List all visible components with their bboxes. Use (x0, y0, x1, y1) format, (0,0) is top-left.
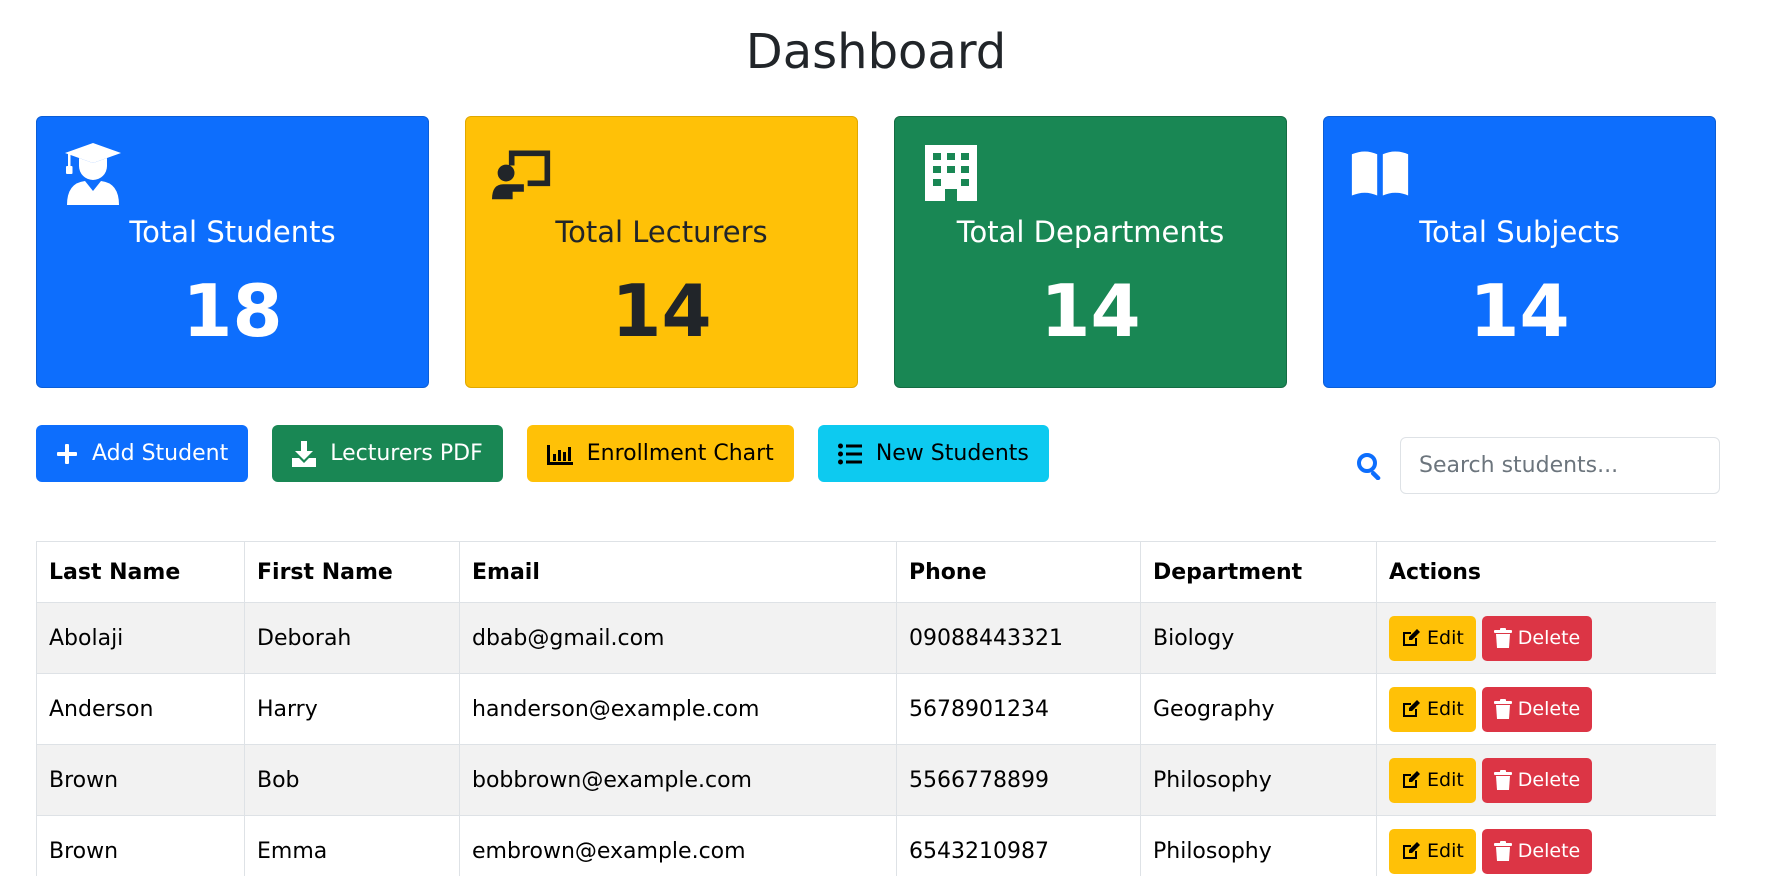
cell-actions: Edit Delete (1376, 744, 1716, 816)
column-header-email[interactable]: Email (459, 541, 897, 603)
cell-phone: 5566778899 (896, 744, 1141, 816)
cell-email: dbab@gmail.com (459, 602, 897, 674)
delete-button[interactable]: Delete (1481, 757, 1593, 803)
cell-department: Geography (1140, 673, 1377, 745)
trash-icon (1493, 699, 1512, 719)
cell-department: Philosophy (1140, 815, 1377, 876)
cell-first-name: Emma (244, 815, 460, 876)
enrollment-chart-label: Enrollment Chart (586, 441, 774, 466)
action-toolbar: Add Student Lecturers PDF Enrollment Cha… (36, 425, 1049, 482)
column-header-department[interactable]: Department (1140, 541, 1377, 603)
card-total-students: Total Students 18 (36, 116, 429, 388)
edit-button[interactable]: Edit (1389, 615, 1476, 661)
table-row: Anderson Harry handerson@example.com 567… (36, 673, 1716, 745)
cell-email: handerson@example.com (459, 673, 897, 745)
cell-phone: 09088443321 (896, 602, 1141, 674)
cell-phone: 5678901234 (896, 673, 1141, 745)
book-open-icon (1351, 151, 1409, 196)
delete-label: Delete (1517, 698, 1581, 720)
delete-button[interactable]: Delete (1481, 828, 1593, 874)
edit-button[interactable]: Edit (1389, 686, 1476, 732)
delete-button[interactable]: Delete (1481, 615, 1593, 661)
delete-label: Delete (1517, 769, 1581, 791)
building-icon (925, 145, 977, 201)
column-header-phone[interactable]: Phone (896, 541, 1141, 603)
cell-first-name: Deborah (244, 602, 460, 674)
chalkboard-teacher-icon (492, 150, 551, 200)
download-icon (292, 440, 317, 467)
cell-department: Philosophy (1140, 744, 1377, 816)
cell-first-name: Bob (244, 744, 460, 816)
search-bar (1356, 437, 1720, 494)
edit-label: Edit (1427, 840, 1464, 862)
edit-label: Edit (1427, 698, 1464, 720)
trash-icon (1493, 770, 1512, 790)
chart-bar-icon (546, 444, 573, 465)
enrollment-chart-button[interactable]: Enrollment Chart (526, 425, 794, 482)
card-value: 14 (1040, 269, 1141, 353)
lecturers-pdf-label: Lecturers PDF (330, 441, 483, 466)
column-header-last-name[interactable]: Last Name (36, 541, 245, 603)
card-value: 14 (611, 269, 712, 353)
trash-icon (1493, 841, 1512, 861)
search-icon (1357, 452, 1381, 480)
trash-icon (1493, 628, 1512, 648)
card-label: Total Lecturers (555, 215, 768, 249)
edit-icon (1403, 842, 1420, 859)
delete-label: Delete (1517, 840, 1581, 862)
edit-label: Edit (1427, 627, 1464, 649)
card-value: 14 (1469, 269, 1570, 353)
cell-last-name: Abolaji (36, 602, 245, 674)
card-label: Total Subjects (1419, 215, 1620, 249)
edit-button[interactable]: Edit (1389, 828, 1476, 874)
cell-email: embrown@example.com (459, 815, 897, 876)
edit-label: Edit (1427, 769, 1464, 791)
card-label: Total Departments (956, 215, 1225, 249)
students-table: Last Name First Name Email Phone Departm… (36, 541, 1716, 876)
table-header-row: Last Name First Name Email Phone Departm… (36, 541, 1716, 603)
card-total-lecturers: Total Lecturers 14 (465, 116, 858, 388)
cell-last-name: Brown (36, 815, 245, 876)
user-graduate-icon (65, 143, 121, 205)
table-row: Brown Bob bobbrown@example.com 556677889… (36, 744, 1716, 816)
lecturers-pdf-button[interactable]: Lecturers PDF (272, 425, 503, 482)
stats-cards: Total Students 18 Total Lecturers 14 Tot… (36, 116, 1716, 388)
new-students-button[interactable]: New Students (817, 425, 1049, 482)
add-student-button[interactable]: Add Student (36, 425, 249, 482)
column-header-actions: Actions (1376, 541, 1716, 603)
edit-icon (1403, 629, 1420, 646)
search-input[interactable] (1400, 437, 1720, 494)
cell-last-name: Anderson (36, 673, 245, 745)
card-value: 18 (182, 269, 283, 353)
table-row: Brown Emma embrown@example.com 654321098… (36, 815, 1716, 876)
card-label: Total Students (129, 215, 336, 249)
cell-actions: Edit Delete (1376, 602, 1716, 674)
cell-actions: Edit Delete (1376, 815, 1716, 876)
edit-icon (1403, 771, 1420, 788)
page-title: Dashboard (745, 24, 1007, 80)
delete-button[interactable]: Delete (1481, 686, 1593, 732)
column-header-first-name[interactable]: First Name (244, 541, 460, 603)
add-student-label: Add Student (92, 441, 229, 466)
students-table-container: Last Name First Name Email Phone Departm… (36, 541, 1716, 876)
plus-icon (57, 443, 77, 464)
table-row: Abolaji Deborah dbab@gmail.com 090884433… (36, 602, 1716, 674)
card-total-subjects: Total Subjects 14 (1323, 116, 1716, 388)
new-students-label: New Students (875, 441, 1029, 466)
cell-first-name: Harry (244, 673, 460, 745)
list-icon (837, 443, 862, 464)
card-total-departments: Total Departments 14 (894, 116, 1287, 388)
edit-icon (1403, 700, 1420, 717)
cell-department: Biology (1140, 602, 1377, 674)
cell-actions: Edit Delete (1376, 673, 1716, 745)
delete-label: Delete (1517, 627, 1581, 649)
cell-last-name: Brown (36, 744, 245, 816)
cell-phone: 6543210987 (896, 815, 1141, 876)
cell-email: bobbrown@example.com (459, 744, 897, 816)
edit-button[interactable]: Edit (1389, 757, 1476, 803)
